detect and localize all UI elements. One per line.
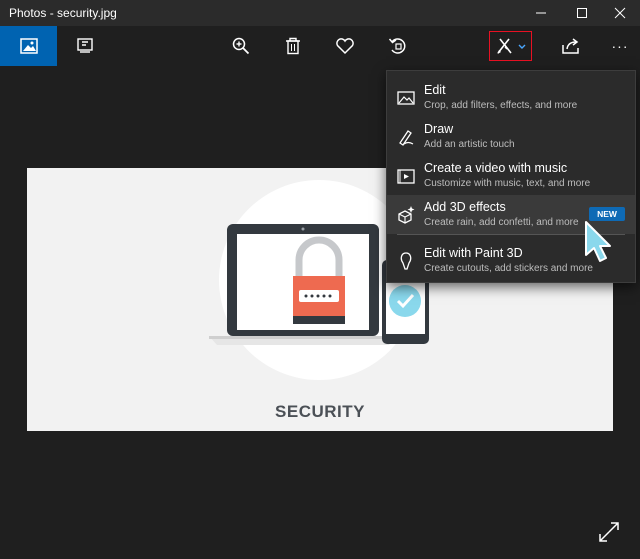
cursor-arrow-icon: [585, 221, 611, 262]
menu-item-draw[interactable]: Draw Add an artistic touch: [387, 117, 635, 156]
delete-button[interactable]: [273, 26, 313, 66]
favorite-button[interactable]: [325, 26, 365, 66]
rotate-button[interactable]: [378, 26, 418, 66]
menu-item-edit[interactable]: Edit Crop, add filters, effects, and mor…: [387, 78, 635, 117]
photo-edit-icon: [397, 91, 415, 105]
close-button[interactable]: [600, 0, 640, 26]
share-button[interactable]: [551, 26, 591, 66]
maximize-button[interactable]: [562, 0, 602, 26]
rotate-icon: [388, 38, 406, 54]
edit-create-icon: [496, 38, 525, 54]
minimize-button[interactable]: [521, 0, 561, 26]
photos-home-button[interactable]: [0, 26, 57, 66]
title-bar: Photos - security.jpg: [0, 0, 640, 26]
fullscreen-icon: [599, 522, 619, 542]
edit-create-button[interactable]: [489, 31, 532, 61]
close-icon: [614, 7, 626, 19]
pen-icon: [399, 130, 414, 146]
more-button[interactable]: ···: [600, 26, 640, 66]
more-icon: ···: [611, 38, 629, 54]
slideshow-icon: [77, 38, 93, 53]
favorite-icon: [336, 38, 354, 55]
photos-home-icon: [19, 38, 38, 54]
window-title: Photos - security.jpg: [9, 6, 117, 20]
3d-effects-icon: [398, 206, 415, 224]
slideshow-button[interactable]: [65, 26, 105, 66]
paint3d-icon: [400, 252, 412, 270]
delete-icon: [286, 37, 300, 55]
menu-item-create-video[interactable]: Create a video with music Customize with…: [387, 156, 635, 195]
zoom-in-icon: [232, 37, 250, 55]
zoom-in-button[interactable]: [221, 26, 261, 66]
video-icon: [397, 169, 415, 184]
maximize-icon: [577, 8, 587, 18]
photo-caption: SECURITY: [275, 402, 365, 421]
toolbar: ···: [0, 26, 640, 66]
share-icon: [562, 38, 579, 54]
fullscreen-button[interactable]: [597, 520, 621, 549]
minimize-icon: [536, 12, 546, 14]
